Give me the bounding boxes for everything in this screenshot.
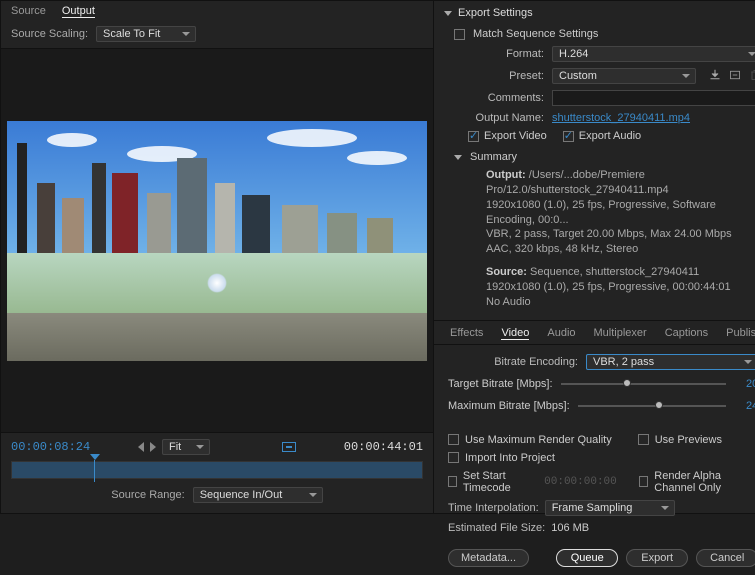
match-sequence-label: Match Sequence Settings (473, 28, 598, 40)
comments-label: Comments: (454, 92, 544, 104)
summary-output-label: Output: (486, 169, 526, 181)
use-previews-checkbox[interactable] (638, 434, 649, 445)
tab-output[interactable]: Output (62, 5, 95, 18)
bottom-options: Use Maximum Render Quality Use Previews … (434, 427, 755, 541)
delete-preset-icon (748, 69, 755, 84)
bitrate-encoding-label: Bitrate Encoding: (448, 356, 578, 368)
timeline-controls: 00:00:08:24 Fit 00:00:44:01 Source Range… (1, 432, 433, 513)
match-sequence-checkbox[interactable] (454, 29, 465, 40)
export-audio-checkbox[interactable] (563, 131, 574, 142)
preset-label: Preset: (454, 70, 544, 82)
time-interp-label: Time Interpolation: (448, 502, 539, 514)
source-range-label: Source Range: (111, 489, 184, 501)
format-select[interactable]: H.264 (552, 46, 755, 62)
cancel-button[interactable]: Cancel (696, 549, 755, 567)
export-button[interactable]: Export (626, 549, 688, 567)
import-project-checkbox[interactable] (448, 452, 459, 463)
subtab-multiplexer[interactable]: Multiplexer (594, 327, 647, 340)
subtab-captions[interactable]: Captions (665, 327, 708, 340)
max-render-label: Use Maximum Render Quality (465, 434, 612, 446)
export-settings-header[interactable]: Export Settings (434, 1, 755, 25)
step-back-icon[interactable] (138, 442, 144, 452)
import-preset-icon[interactable] (728, 69, 742, 84)
summary-source-label: Source: (486, 266, 527, 278)
summary-source-line: 1920x1080 (1.0), 25 fps, Progressive, 00… (486, 281, 731, 293)
max-render-checkbox[interactable] (448, 434, 459, 445)
video-settings-block: Bitrate Encoding: VBR, 2 pass Target Bit… (434, 345, 755, 419)
chevron-down-icon (444, 11, 452, 16)
target-bitrate-label: Target Bitrate [Mbps]: (448, 378, 553, 390)
queue-button[interactable]: Queue (556, 549, 618, 567)
source-range-select[interactable]: Sequence In/Out (193, 487, 323, 503)
action-buttons: Metadata... Queue Export Cancel (434, 541, 755, 575)
subtab-audio[interactable]: Audio (547, 327, 575, 340)
chevron-down-icon (454, 155, 462, 160)
export-panel: Export Settings Match Sequence Settings … (434, 0, 755, 514)
target-bitrate-value[interactable]: 20 (734, 378, 755, 390)
subtab-effects[interactable]: Effects (450, 327, 483, 340)
settings-subtabs: Effects Video Audio Multiplexer Captions… (434, 320, 755, 345)
preview-area (1, 49, 433, 432)
summary-output-line: AAC, 320 kbps, 48 kHz, Stereo (486, 243, 638, 255)
save-preset-icon[interactable] (708, 69, 722, 84)
preset-select[interactable]: Custom (552, 68, 696, 84)
summary-source-line: Sequence, shutterstock_27940411 (530, 266, 699, 278)
preview-panel: Source Output Source Scaling: Scale To F… (0, 0, 434, 514)
metadata-button[interactable]: Metadata... (448, 549, 529, 567)
output-name-label: Output Name: (454, 112, 544, 124)
est-size-label: Estimated File Size: (448, 522, 545, 534)
export-video-checkbox[interactable] (468, 131, 479, 142)
aspect-ratio-icon[interactable] (282, 442, 296, 452)
format-label: Format: (454, 48, 544, 60)
duration-timecode: 00:00:44:01 (344, 440, 423, 454)
subtab-publish[interactable]: Publish (726, 327, 755, 340)
est-size-value: 106 MB (551, 522, 589, 534)
summary-output: Output: /Users/...dobe/Premiere Pro/12.0… (454, 166, 755, 263)
render-alpha-label: Render Alpha Channel Only (654, 470, 755, 494)
comments-input[interactable] (552, 90, 755, 106)
zoom-fit-select[interactable]: Fit (162, 439, 210, 455)
summary-output-line: VBR, 2 pass, Target 20.00 Mbps, Max 24.0… (486, 228, 732, 240)
source-scaling-row: Source Scaling: Scale To Fit (1, 20, 433, 49)
use-previews-label: Use Previews (655, 434, 722, 446)
start-timecode-checkbox[interactable] (448, 476, 457, 487)
start-timecode-label: Set Start Timecode (463, 470, 534, 494)
source-scaling-label: Source Scaling: (11, 28, 88, 40)
export-settings-body: Match Sequence Settings Format: H.264 Pr… (434, 25, 755, 320)
max-bitrate-slider[interactable] (578, 405, 727, 407)
time-interp-select[interactable]: Frame Sampling (545, 500, 675, 516)
summary-heading: Summary (470, 151, 517, 163)
start-timecode-value: 00:00:00:00 (544, 476, 617, 488)
summary-output-line: 1920x1080 (1.0), 25 fps, Progressive, So… (486, 199, 716, 226)
subtab-video[interactable]: Video (501, 327, 529, 340)
current-timecode[interactable]: 00:00:08:24 (11, 440, 90, 454)
export-settings-title: Export Settings (458, 7, 533, 19)
source-scaling-select[interactable]: Scale To Fit (96, 26, 196, 42)
tab-source[interactable]: Source (11, 5, 46, 18)
export-audio-label: Export Audio (579, 130, 641, 142)
render-alpha-checkbox[interactable] (639, 476, 648, 487)
target-bitrate-slider[interactable] (561, 383, 727, 385)
summary-source: Source: Sequence, shutterstock_27940411 … (454, 263, 755, 316)
max-bitrate-value[interactable]: 24 (734, 400, 755, 412)
summary-source-line: No Audio (486, 296, 531, 308)
playhead-icon[interactable] (94, 460, 95, 482)
import-project-label: Import Into Project (465, 452, 555, 464)
preview-image (7, 121, 427, 361)
export-video-label: Export Video (484, 130, 547, 142)
preview-tabs: Source Output (1, 1, 433, 20)
step-forward-icon[interactable] (150, 442, 156, 452)
bitrate-encoding-select[interactable]: VBR, 2 pass (586, 354, 755, 370)
max-bitrate-label: Maximum Bitrate [Mbps]: (448, 400, 570, 412)
timeline-scrubber[interactable] (11, 461, 423, 479)
output-name-link[interactable]: shutterstock_27940411.mp4 (552, 112, 690, 124)
